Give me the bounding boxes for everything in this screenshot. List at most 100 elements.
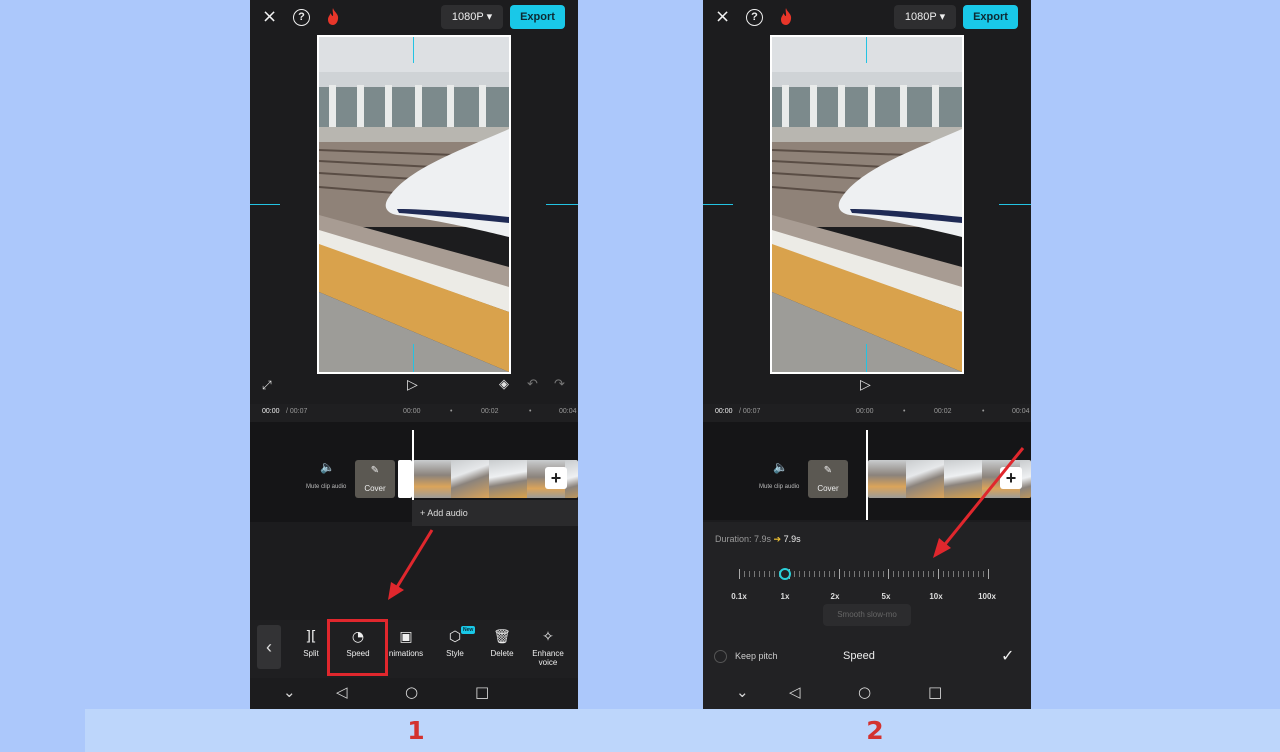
slider-tick — [843, 571, 845, 577]
video-preview[interactable] — [317, 35, 511, 374]
tool-animations[interactable]: ▣ nimations — [384, 628, 428, 658]
clip-trim-handle[interactable] — [398, 460, 412, 498]
slider-tick — [739, 569, 740, 579]
total-time: / 00:07 — [286, 408, 308, 415]
tool-label: Delete — [490, 649, 514, 658]
speed-label: 2x — [830, 592, 840, 601]
slider-tick — [758, 571, 760, 577]
slider-tick — [853, 571, 855, 577]
speed-label: 100x — [978, 592, 996, 601]
duration-new-value: 7.9s — [783, 534, 801, 544]
slider-tick — [898, 571, 900, 577]
animations-icon: ▣ — [399, 629, 413, 645]
tool-delete[interactable]: 🗑 Delete — [480, 628, 524, 658]
guide-line-left — [703, 204, 733, 205]
cover-button[interactable]: ✎ Cover — [808, 460, 848, 498]
slider-tick — [948, 571, 950, 577]
confirm-check-icon[interactable]: ✓ — [1001, 646, 1014, 665]
preview-frame-image — [319, 37, 509, 372]
nav-down-chevron-icon[interactable]: ⌄ — [736, 683, 749, 701]
slider-tick — [963, 571, 965, 577]
ruler-mark: • — [903, 408, 906, 415]
keyframe-icon[interactable]: ◈ — [499, 377, 509, 392]
tool-label: Enhance voice — [532, 649, 564, 667]
ruler-mark: 00:02 — [934, 408, 952, 415]
play-icon[interactable]: ▷ — [860, 377, 871, 393]
nav-down-chevron-icon[interactable]: ⌄ — [283, 683, 296, 701]
play-icon[interactable]: ▷ — [407, 377, 418, 393]
slider-tick — [878, 571, 880, 577]
total-time: / 00:07 — [739, 408, 761, 415]
ruler-mark: • — [529, 408, 532, 415]
slider-tick — [773, 571, 775, 577]
nav-recents-icon[interactable]: □ — [928, 683, 942, 701]
duration-readout: Duration: 7.9s ➔ 7.9s — [715, 534, 801, 545]
step-number-1: 1 — [407, 716, 425, 745]
mute-clip-audio-label: Mute clip audio — [759, 484, 800, 490]
slider-tick — [978, 571, 980, 577]
video-preview[interactable] — [770, 35, 964, 374]
pen-icon: ✎ — [370, 465, 380, 476]
back-chevron-icon[interactable]: ‹ — [257, 625, 281, 669]
cover-button[interactable]: ✎ Cover — [355, 460, 395, 498]
speaker-icon[interactable]: 🔈 — [773, 460, 788, 474]
add-clip-button[interactable]: + — [545, 467, 567, 489]
undo-icon[interactable]: ↶ — [527, 377, 538, 392]
tool-label: Style — [446, 649, 464, 658]
help-icon[interactable]: ? — [746, 9, 763, 26]
slider-tick — [893, 571, 895, 577]
tool-enhance-voice[interactable]: ✧ Enhance voice — [526, 628, 570, 667]
top-bar: × ? 1080P ▾ Export — [703, 0, 1031, 35]
slider-tick — [913, 571, 915, 577]
close-icon[interactable]: × — [715, 8, 731, 26]
nav-home-icon[interactable]: ○ — [858, 683, 871, 701]
time-ruler: 00:00 / 00:07 00:00 • 00:02 • 00:04 — [703, 404, 1031, 422]
speaker-icon[interactable]: 🔈 — [320, 460, 335, 474]
android-nav-bar: ⌄ ◁ ○ □ — [250, 678, 578, 709]
flame-icon[interactable] — [325, 7, 341, 26]
flame-icon[interactable] — [778, 7, 794, 26]
nav-back-icon[interactable]: ◁ — [336, 683, 348, 701]
keep-pitch-radio[interactable] — [714, 650, 727, 663]
nav-back-icon[interactable]: ◁ — [789, 683, 801, 701]
slider-tick — [798, 571, 800, 577]
add-audio-button[interactable]: + Add audio — [412, 500, 578, 526]
ruler-mark: 00:04 — [1012, 408, 1030, 415]
slider-tick — [818, 571, 820, 577]
resolution-dropdown[interactable]: 1080P ▾ — [441, 5, 503, 29]
keep-pitch-label: Keep pitch — [735, 651, 778, 661]
fullscreen-icon[interactable]: ⤢ — [262, 378, 272, 393]
help-icon[interactable]: ? — [293, 9, 310, 26]
time-ruler: 00:00 / 00:07 00:00 • 00:02 • 00:04 — [250, 404, 578, 422]
slider-tick — [903, 571, 905, 577]
slider-tick — [988, 569, 989, 579]
nav-recents-icon[interactable]: □ — [475, 683, 489, 701]
slider-tick — [968, 571, 970, 577]
speed-label: 1x — [780, 592, 790, 601]
slider-tick — [748, 571, 750, 577]
guide-line-left — [250, 204, 280, 205]
pen-icon: ✎ — [823, 465, 833, 476]
playhead[interactable] — [866, 430, 868, 520]
close-icon[interactable]: × — [262, 8, 278, 26]
speed-label: 10x — [929, 592, 943, 601]
slider-tick — [768, 571, 770, 577]
smooth-slow-mo-button[interactable]: Smooth slow-mo — [823, 604, 911, 626]
export-button[interactable]: Export — [963, 5, 1018, 29]
clip-thumbnail — [489, 460, 527, 498]
mute-clip-audio-label: Mute clip audio — [306, 484, 347, 490]
enhance-voice-icon: ✧ — [542, 629, 554, 645]
redo-icon[interactable]: ↷ — [554, 377, 565, 392]
caption-strip — [85, 709, 1280, 752]
clip-thumbnail — [868, 460, 906, 498]
current-time: 00:00 — [715, 408, 733, 415]
ruler-mark: 00:02 — [481, 408, 499, 415]
slider-tick — [858, 571, 860, 577]
speed-slider-knob[interactable] — [779, 568, 791, 580]
resolution-dropdown[interactable]: 1080P ▾ — [894, 5, 956, 29]
export-button[interactable]: Export — [510, 5, 565, 29]
nav-home-icon[interactable]: ○ — [405, 683, 418, 701]
guide-line-right — [999, 204, 1031, 205]
slider-tick — [873, 571, 875, 577]
speed-highlight-box — [327, 619, 388, 676]
